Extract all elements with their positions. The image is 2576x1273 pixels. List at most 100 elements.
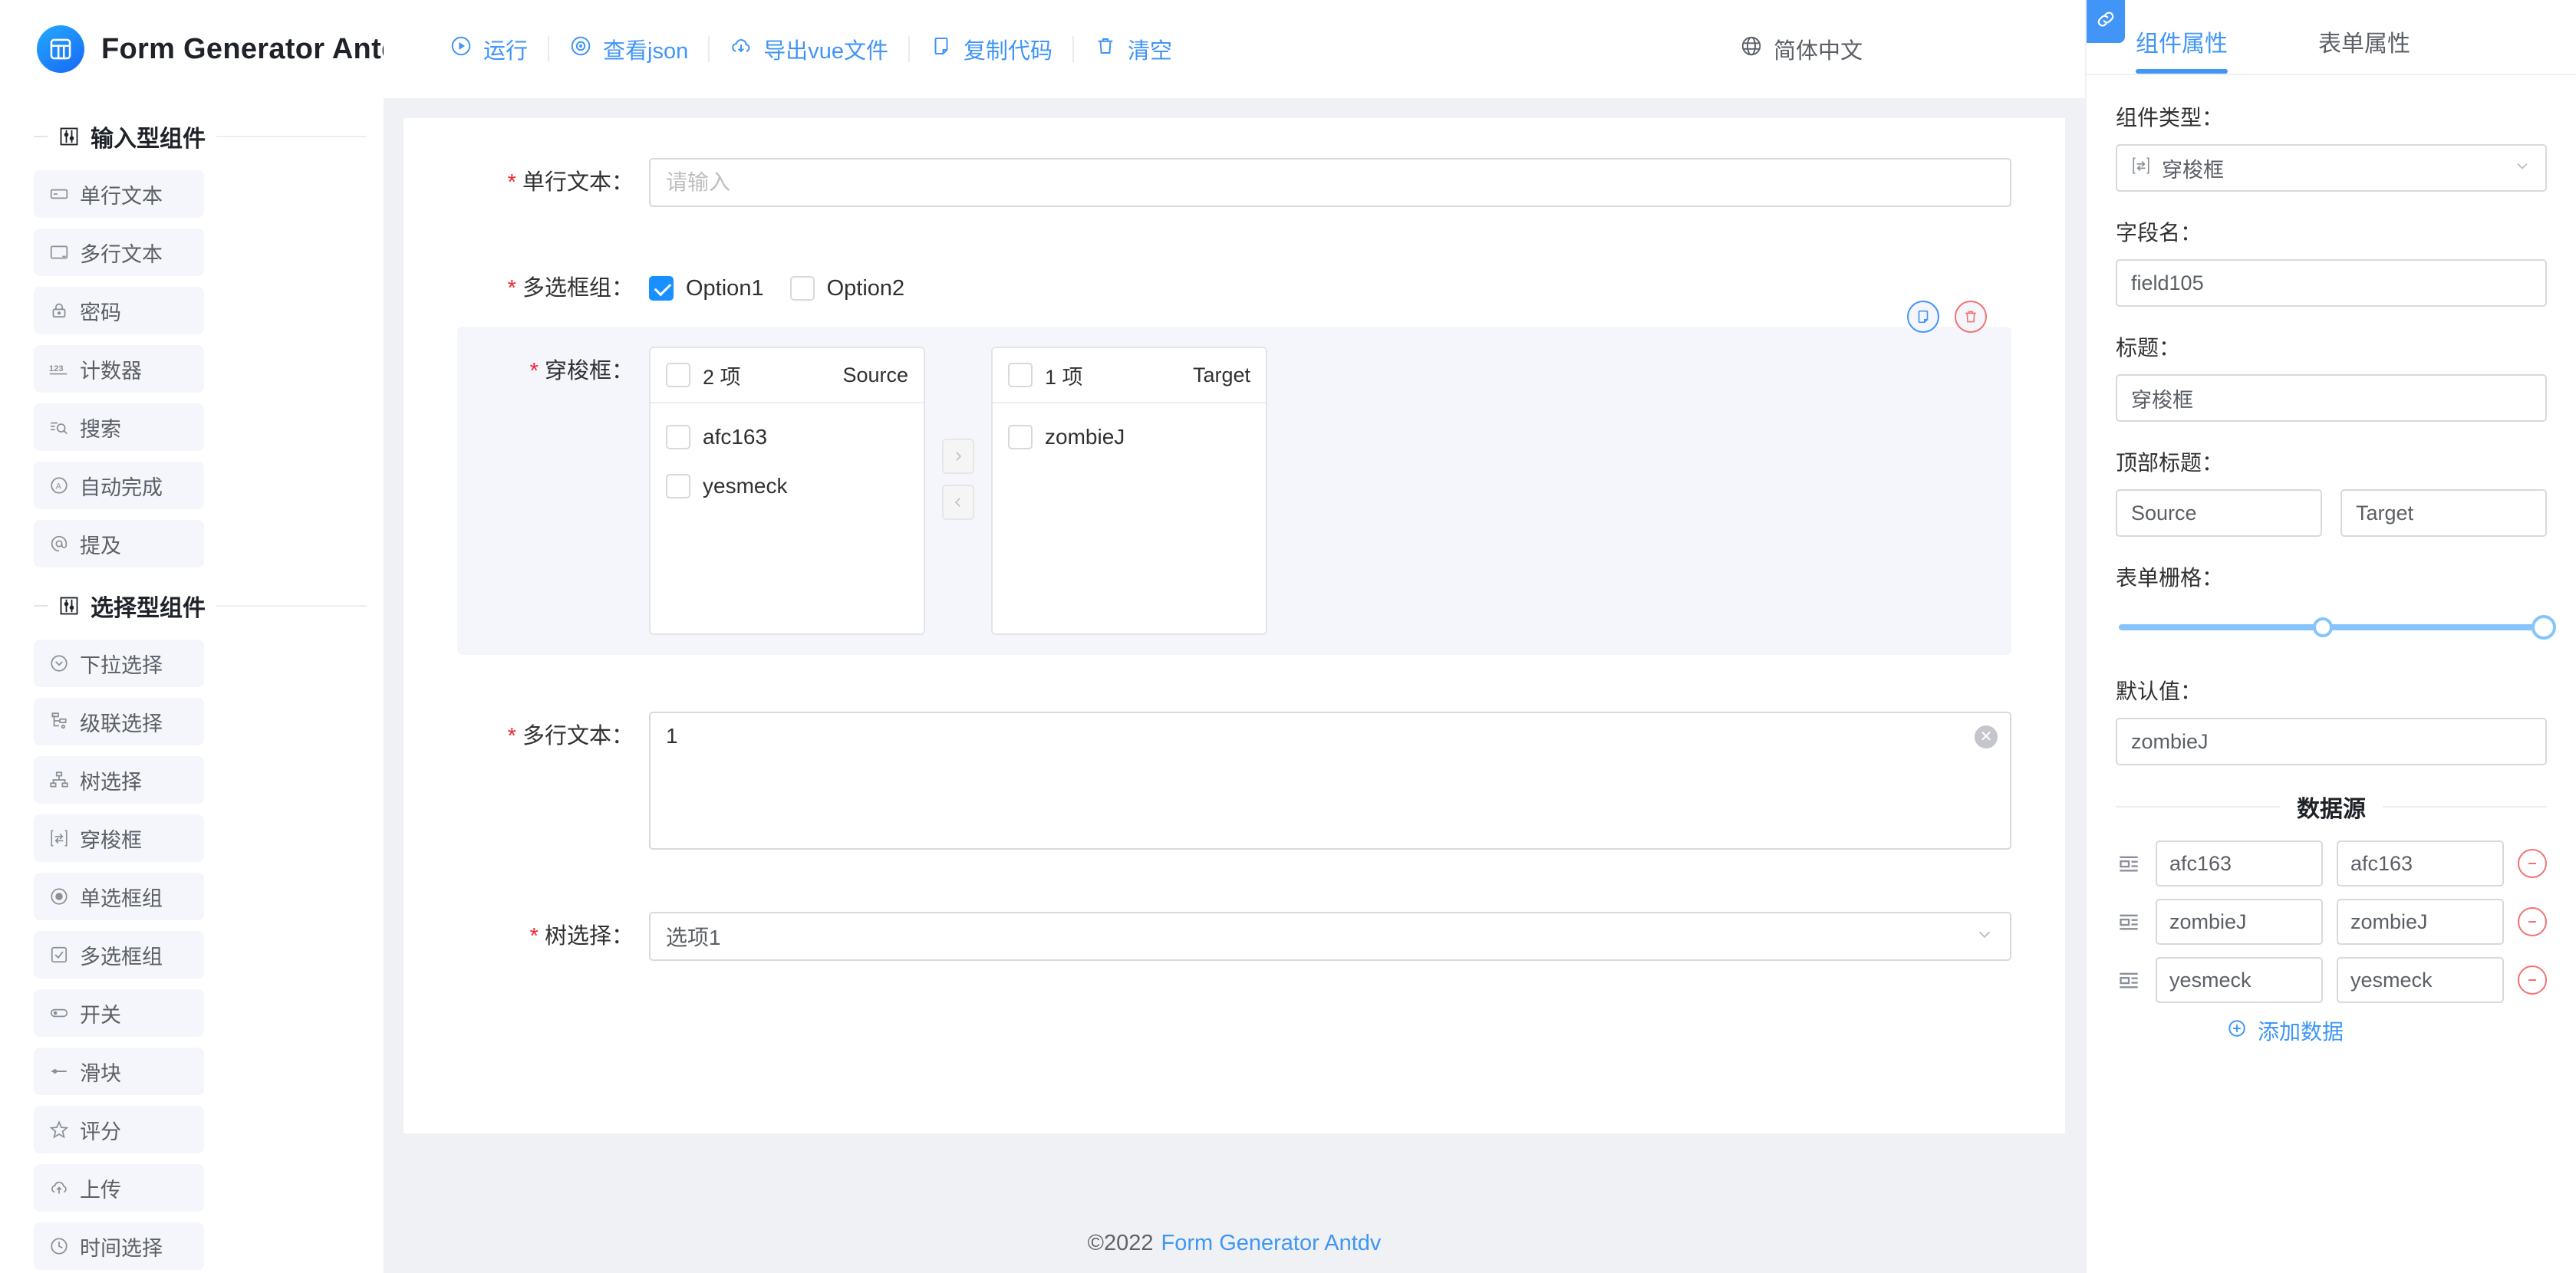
slider-handle-start[interactable] [2312, 617, 2333, 637]
copy-code-button[interactable]: 复制代码 [910, 33, 1072, 65]
component-item-counter[interactable]: 123 计数器 [34, 345, 204, 393]
form-row-transfer-selected[interactable]: * 穿梭框： 2 项 Source afc163 yesmeck 1 项 Tar… [457, 301, 2011, 655]
checkbox-icon[interactable] [789, 276, 815, 301]
globe-icon [1740, 35, 1763, 64]
component-item-label: 级联选择 [80, 712, 163, 735]
transfer-item[interactable]: zombieJ [993, 413, 1266, 462]
default-value-input[interactable] [2116, 718, 2547, 765]
transfer-target-title: Target [1192, 363, 1250, 387]
top-title-source-input[interactable] [2116, 489, 2322, 537]
datasource-label-input[interactable] [2156, 957, 2323, 1003]
form-control: 选项1 [649, 912, 2011, 961]
component-type-select[interactable]: 穿梭框 [2116, 144, 2547, 192]
transfer-move-left-button[interactable] [942, 485, 974, 520]
slider-handle-end[interactable] [2532, 615, 2556, 640]
multi-line-text-input[interactable] [649, 712, 2011, 850]
datasource-label-input[interactable] [2156, 899, 2323, 945]
add-datasource-label: 添加数据 [2257, 1020, 2344, 1044]
clear-circle-icon[interactable]: ✕ [1975, 725, 1998, 748]
item-checkbox[interactable] [666, 474, 690, 498]
form-label: * 多选框组： [507, 276, 634, 301]
form-row-multi-line-text[interactable]: *多行文本： ✕ [457, 712, 2011, 855]
item-checkbox[interactable] [1008, 425, 1033, 449]
add-datasource-button[interactable]: 添加数据 [2116, 1015, 2547, 1046]
component-item-mention[interactable]: 提及 [34, 520, 204, 567]
datasource-value-input[interactable] [2337, 840, 2504, 886]
datasource-value-input[interactable] [2337, 957, 2504, 1003]
form-label: * 单行文本： [507, 170, 634, 195]
component-item-slider[interactable]: 滑块 [34, 1048, 204, 1095]
transfer-item-label: zombieJ [1045, 425, 1125, 449]
datasource-title: 数据源 [2297, 797, 2366, 822]
form-label: * 树选择： [529, 924, 634, 949]
component-item-cascader[interactable]: 级联选择 [34, 698, 204, 745]
duplicate-widget-button[interactable] [1907, 301, 1939, 333]
sliders-icon [58, 595, 80, 617]
form-row-tree-select[interactable]: * 树选择： 选项1 [457, 912, 2011, 961]
component-item-checkbox-group[interactable]: 多选框组 [34, 931, 204, 979]
footer-link[interactable]: Form Generator Antdv [1161, 1231, 1381, 1256]
transfer-move-right-button[interactable] [942, 439, 974, 474]
field-name-input[interactable] [2116, 259, 2547, 307]
component-item-tree-select[interactable]: 树选择 [34, 756, 204, 804]
toolbar: 运行 查看json 导出vue文件 复制代码 清空 简体中文 [384, 0, 2085, 98]
component-item-upload[interactable]: 上传 [34, 1164, 204, 1212]
run-button[interactable]: 运行 [430, 33, 548, 65]
component-item-rate[interactable]: 评分 [34, 1106, 204, 1153]
tree-icon [48, 768, 71, 791]
transfer-item[interactable]: yesmeck [651, 462, 924, 511]
form-grid-slider[interactable] [2116, 604, 2556, 650]
component-item-label: 计数器 [80, 359, 142, 383]
select-all-checkbox[interactable] [1008, 363, 1033, 387]
language-selector[interactable]: 简体中文 [1740, 0, 1863, 98]
drag-rows-icon[interactable] [2116, 853, 2142, 874]
drag-rows-icon[interactable] [2116, 969, 2142, 991]
component-item-search[interactable]: 搜索 [34, 403, 204, 451]
view-json-button[interactable]: 查看json [549, 33, 708, 65]
transfer-item[interactable]: afc163 [651, 413, 924, 462]
form-row-checkbox-group[interactable]: * 多选框组： Option1 Option2 [457, 264, 2011, 313]
single-line-text-input[interactable] [649, 158, 2011, 207]
component-item-password[interactable]: 密码 [34, 287, 204, 334]
minus-circle-icon[interactable] [2518, 907, 2547, 936]
item-checkbox[interactable] [666, 425, 690, 449]
checkbox-icon[interactable] [649, 276, 674, 301]
component-item-autocomplete[interactable]: A 自动完成 [34, 462, 204, 509]
component-item-label: 多行文本 [80, 242, 163, 266]
tab-form-properties[interactable]: 表单属性 [2318, 25, 2410, 74]
divider-dash [34, 605, 48, 607]
select-all-checkbox[interactable] [666, 363, 690, 387]
title-input[interactable] [2116, 374, 2547, 422]
component-item-radio-group[interactable]: 单选框组 [34, 873, 204, 920]
drag-rows-icon[interactable] [2116, 911, 2142, 933]
datasource-label-input[interactable] [2156, 840, 2323, 886]
component-item-single-line-text[interactable]: 单行文本 [34, 170, 204, 218]
minus-circle-icon[interactable] [2518, 849, 2547, 878]
brand: Form Generator Antdv [17, 0, 384, 98]
minus-circle-icon[interactable] [2518, 965, 2547, 995]
textarea-wrapper: ✕ [649, 712, 2011, 855]
form-layout-icon [37, 25, 84, 73]
component-item-select[interactable]: 下拉选择 [34, 640, 204, 687]
component-item-switch[interactable]: 开关 [34, 989, 204, 1037]
export-vue-file-button[interactable]: 导出vue文件 [710, 33, 908, 65]
cloud-download-icon [730, 35, 753, 64]
tree-select-input[interactable]: 选项1 [649, 912, 2011, 961]
checkbox-option-1[interactable]: Option1 [649, 276, 764, 301]
component-item-multi-line-text[interactable]: 多行文本 [34, 229, 204, 276]
transfer-source-header: 2 项 Source [651, 348, 924, 403]
form-canvas[interactable]: *单行文本： *多选框组： [404, 118, 2065, 1133]
delete-widget-button[interactable] [1955, 301, 1987, 333]
tab-component-properties[interactable]: 组件属性 [2136, 25, 2228, 74]
clear-button[interactable]: 清空 [1074, 33, 1192, 65]
datasource-value-input[interactable] [2337, 899, 2504, 945]
component-item-label: 搜索 [80, 417, 121, 441]
app-title: Form Generator Antdv [101, 32, 384, 65]
checkbox-option-2[interactable]: Option2 [789, 276, 904, 301]
component-item-transfer[interactable]: 穿梭框 [34, 814, 204, 862]
form-row-single-line-text[interactable]: * 单行文本： [457, 158, 2011, 207]
transfer-source-list: afc163 yesmeck [651, 403, 924, 633]
component-item-time-picker[interactable]: 时间选择 [34, 1222, 204, 1270]
top-title-target-input[interactable] [2340, 489, 2547, 537]
collapse-panel-button[interactable] [2087, 0, 2125, 43]
